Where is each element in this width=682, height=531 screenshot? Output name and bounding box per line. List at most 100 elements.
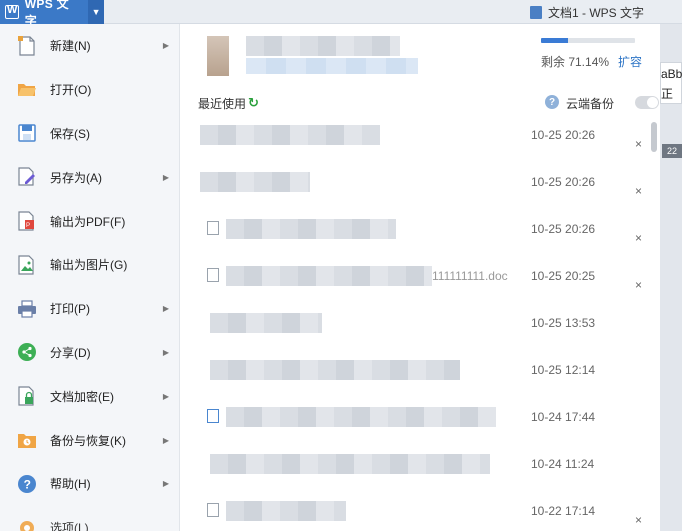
close-icon[interactable]: ×: [635, 184, 642, 198]
menu-item-label: 选项(L): [50, 521, 89, 531]
recent-header: 最近使用 ↻ ? 云端备份: [198, 94, 659, 112]
menu-item-encrypt[interactable]: 文档加密(E) ▶: [0, 374, 179, 418]
style-preview[interactable]: aBb 正: [660, 62, 682, 104]
list-item[interactable]: 10-25 20:26 ×: [180, 213, 650, 260]
chevron-right-icon: ▶: [162, 347, 169, 357]
share-icon: [16, 341, 38, 363]
avatar[interactable]: [207, 36, 229, 76]
list-item[interactable]: 10-25 13:53: [180, 307, 650, 354]
menu-item-label: 打印(P): [50, 302, 90, 317]
document-area-edge: aBb 正 22: [660, 24, 682, 531]
gear-icon: [16, 517, 38, 531]
menu-item-export-pdf[interactable]: P 输出为PDF(F): [0, 199, 179, 243]
close-icon[interactable]: ×: [635, 231, 642, 245]
cloud-backup-label: 云端备份: [566, 97, 615, 111]
file-date: 10-24 11:24: [531, 457, 595, 471]
document-icon: [529, 6, 542, 19]
close-icon[interactable]: ×: [635, 513, 642, 527]
menu-item-print[interactable]: 打印(P) ▶: [0, 287, 179, 331]
recent-list-scrollbar[interactable]: [650, 119, 660, 531]
menu-item-label: 输出为图片(G): [50, 258, 128, 273]
storage-remaining-text: 剩余 71.14%: [541, 55, 610, 69]
menu-item-save[interactable]: 保存(S): [0, 112, 179, 156]
menu-item-label: 另存为(A): [50, 170, 102, 185]
file-date: 10-25 20:26: [531, 128, 596, 142]
file-name-redacted: [226, 407, 496, 427]
document-icon: [207, 409, 219, 423]
style-preview-text: aBb: [661, 67, 682, 81]
chevron-right-icon: ▶: [162, 41, 169, 51]
chevron-right-icon: ▶: [162, 479, 169, 489]
account-profile: 剩余 71.14% 扩容: [180, 24, 660, 104]
menu-item-help[interactable]: ? 帮助(H) ▶: [0, 462, 179, 506]
menu-item-label: 文档加密(E): [50, 389, 114, 404]
chevron-right-icon: ▶: [162, 304, 169, 314]
storage-quota: 剩余 71.14% 扩容: [541, 38, 642, 70]
list-item[interactable]: 10-24 11:24: [180, 448, 650, 495]
svg-text:P: P: [26, 223, 30, 229]
file-date: 10-25 20:25: [531, 269, 596, 283]
document-icon: [207, 268, 219, 282]
lock-doc-icon: [16, 385, 38, 407]
chevron-down-icon[interactable]: ▼: [88, 0, 104, 24]
file-date: 10-25 12:14: [531, 363, 596, 377]
close-icon[interactable]: ×: [635, 137, 642, 151]
file-name-redacted: [226, 266, 432, 286]
help-icon: ?: [16, 473, 38, 495]
storage-progress-bar: [541, 38, 635, 43]
list-item[interactable]: 10-25 12:14: [180, 354, 650, 401]
menu-item-label: 输出为PDF(F): [50, 214, 126, 229]
save-as-icon: [16, 166, 38, 188]
recent-file-list: 10-25 20:26 × 10-25 20:26 × 10-25 20:26 …: [180, 119, 650, 531]
menu-item-label: 保存(S): [50, 126, 90, 141]
list-item[interactable]: 111111111.doc 10-25 20:25 ×: [180, 260, 650, 307]
list-item[interactable]: 10-22 17:14 ×: [180, 495, 650, 531]
ruler-marker: 22: [662, 144, 682, 158]
menu-item-options[interactable]: 选项(L): [0, 506, 179, 531]
file-menu: 新建(N) ▶ 打开(O) 保存(S) 另存为(A) ▶ P 输出为PDF(F)…: [0, 24, 180, 531]
file-name-redacted: [210, 360, 460, 380]
save-icon: [16, 122, 38, 144]
file-date: 10-25 13:53: [531, 316, 596, 330]
chevron-right-icon: ▶: [162, 172, 169, 182]
close-icon[interactable]: ×: [635, 278, 642, 292]
menu-item-label: 分享(D): [50, 345, 91, 360]
cloud-backup-toggle[interactable]: [635, 96, 659, 109]
account-name-redacted: [246, 36, 400, 56]
file-date: 10-25 20:26: [531, 222, 596, 236]
file-name-redacted: [226, 501, 346, 521]
list-item[interactable]: 10-24 17:44: [180, 401, 650, 448]
open-folder-icon: [16, 79, 38, 101]
expand-storage-link[interactable]: 扩容: [618, 53, 642, 70]
refresh-icon[interactable]: ↻: [248, 95, 259, 111]
title-bar: WPS 文字 ▼ 文档1 - WPS 文字: [0, 0, 682, 28]
document-title-text: 文档1 - WPS 文字: [547, 6, 644, 20]
style-preview-text-2: 正: [661, 87, 674, 101]
menu-item-save-as[interactable]: 另存为(A) ▶: [0, 155, 179, 199]
file-name-redacted: [226, 219, 396, 239]
file-date: 10-25 20:26: [531, 175, 596, 189]
image-export-icon: [16, 254, 38, 276]
new-doc-icon: [16, 35, 38, 57]
menu-item-share[interactable]: 分享(D) ▶: [0, 331, 179, 375]
chevron-right-icon: ▶: [162, 391, 169, 401]
list-item[interactable]: 10-25 20:26 ×: [180, 166, 650, 213]
pdf-export-icon: P: [16, 210, 38, 232]
account-info-redacted: [246, 58, 418, 74]
file-name: 111111111.doc: [432, 269, 508, 283]
question-icon[interactable]: ?: [545, 95, 559, 109]
print-icon: [16, 298, 38, 320]
file-date: 10-24 17:44: [531, 410, 596, 424]
menu-item-export-image[interactable]: 输出为图片(G): [0, 243, 179, 287]
menu-item-backup[interactable]: 备份与恢复(K) ▶: [0, 418, 179, 462]
wps-logo-icon: [5, 4, 19, 19]
svg-text:?: ?: [24, 477, 31, 491]
app-menu-button[interactable]: WPS 文字 ▼: [0, 0, 104, 28]
menu-item-label: 打开(O): [50, 83, 92, 98]
backup-icon: [16, 429, 38, 451]
document-icon: [207, 221, 219, 235]
scroll-thumb[interactable]: [651, 122, 657, 152]
list-item[interactable]: 10-25 20:26 ×: [180, 119, 650, 166]
menu-item-open[interactable]: 打开(O): [0, 68, 179, 112]
menu-item-new[interactable]: 新建(N) ▶: [0, 24, 179, 68]
